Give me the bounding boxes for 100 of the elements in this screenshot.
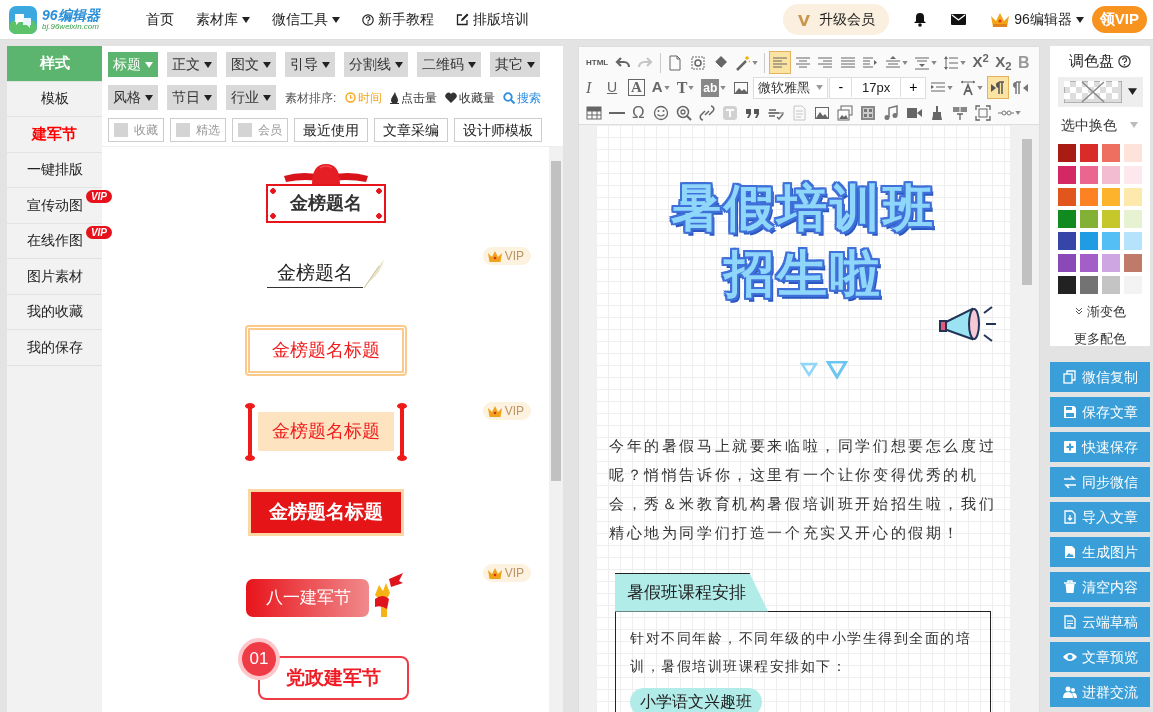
- special-character-button[interactable]: Ω: [629, 101, 649, 124]
- color-swatch[interactable]: [1102, 187, 1120, 206]
- category-dropdown[interactable]: 风格: [108, 85, 158, 110]
- category-dropdown[interactable]: 二维码: [417, 52, 481, 77]
- palette-title: 调色盘: [1069, 51, 1114, 71]
- user-menu[interactable]: 96编辑器: [990, 9, 1084, 30]
- nav-link[interactable]: 微信工具: [271, 9, 340, 30]
- increase-button[interactable]: +: [901, 77, 926, 98]
- color-swatch[interactable]: [1102, 275, 1120, 294]
- background-color-button[interactable]: T: [673, 76, 698, 99]
- color-swatch[interactable]: [1080, 209, 1098, 228]
- font-select[interactable]: 微软雅黑: [753, 76, 829, 99]
- emoji-icon: [653, 104, 669, 121]
- caret-icon: [241, 16, 250, 23]
- search-button[interactable]: 搜索: [503, 88, 542, 107]
- category-dropdown[interactable]: 行业: [226, 85, 276, 110]
- highlight-button[interactable]: ab: [698, 76, 730, 99]
- category-dropdown[interactable]: 引导: [285, 52, 335, 77]
- color-swatch[interactable]: [1102, 209, 1120, 228]
- nav-link[interactable]: 素材库: [195, 9, 250, 30]
- category-dropdown[interactable]: 其它: [490, 52, 540, 77]
- gradient-toggle[interactable]: 渐变色: [1074, 301, 1126, 321]
- feather-icon: [362, 258, 385, 288]
- color-swatch[interactable]: [1058, 187, 1076, 206]
- vip-icon: [797, 12, 812, 27]
- font-border-button[interactable]: A: [625, 76, 648, 99]
- color-swatch[interactable]: [1080, 143, 1098, 162]
- html-button[interactable]: HTML: [583, 51, 611, 74]
- intro-paragraph: 今年的暑假马上就要来临啦，同学们想要怎么度过呢？悄悄告诉你，这里有一个让你变得优秀的机会，秀＆米教育机构暑假培训班开始招生啦，我们精心地为同学们打造一个充实又开心的假期！: [609, 436, 998, 543]
- color-swatch[interactable]: [1058, 231, 1076, 250]
- title-block[interactable]: 金榜题名标题: [247, 489, 404, 536]
- color-swatch[interactable]: [1080, 165, 1098, 184]
- plus-square-icon: [1062, 440, 1077, 454]
- caret-icon: [263, 94, 271, 101]
- sort-option[interactable]: 点击量: [390, 88, 438, 107]
- color-swatch[interactable]: [1102, 165, 1120, 184]
- color-swatch[interactable]: [1124, 187, 1142, 206]
- color-swatch[interactable]: [1080, 187, 1098, 206]
- crown-icon: [990, 11, 1011, 28]
- sort-option[interactable]: 收藏量: [445, 88, 496, 107]
- filter-button[interactable]: 最近使用: [294, 118, 368, 142]
- color-swatch[interactable]: [1102, 253, 1120, 272]
- color-swatch[interactable]: [1058, 165, 1076, 184]
- color-swatch[interactable]: [1080, 275, 1098, 294]
- category-dropdown[interactable]: 图文: [226, 52, 276, 77]
- font-color-button[interactable]: A: [648, 76, 673, 99]
- superscript-button[interactable]: X$^{2}$: [969, 51, 992, 74]
- more-colors-link[interactable]: 更多配色: [1074, 329, 1126, 349]
- toolbar-button[interactable]: [987, 76, 1010, 99]
- color-swatch[interactable]: [1080, 231, 1098, 250]
- title-frame[interactable]: 金榜题名: [265, 183, 386, 223]
- scroll-rod-icon: [396, 402, 407, 461]
- caret-icon: [1075, 16, 1084, 23]
- filter-button[interactable]: 设计师模板: [454, 118, 542, 142]
- picture-icon: [1062, 545, 1077, 559]
- current-color-picker[interactable]: [1057, 76, 1143, 107]
- drop-icon: [390, 91, 400, 104]
- horizontal-line-icon: [609, 111, 625, 114]
- caret-icon: [947, 85, 954, 90]
- indent-icon: [862, 54, 879, 71]
- scroll-rod-icon: [244, 402, 255, 461]
- document-icon: [1062, 615, 1077, 629]
- underline-button[interactable]: U: [604, 76, 624, 99]
- upgrade-button[interactable]: 升级会员: [783, 4, 890, 35]
- title-tag[interactable]: 八一建军节: [246, 579, 369, 617]
- vip-label: VIP: [504, 248, 524, 265]
- color-swatch[interactable]: [1058, 143, 1076, 162]
- color-swatch[interactable]: [1058, 275, 1076, 294]
- color-swatch[interactable]: [1080, 253, 1098, 272]
- title-frame[interactable]: 金榜题名标题: [244, 325, 407, 376]
- caret-icon: [322, 61, 330, 68]
- color-swatch[interactable]: [1124, 231, 1142, 250]
- color-swatch[interactable]: [1102, 143, 1120, 162]
- table-icon: [586, 104, 602, 121]
- color-swatch[interactable]: [1058, 209, 1076, 228]
- decrease-button[interactable]: -: [830, 77, 852, 98]
- caret-icon: [527, 61, 535, 68]
- course-label: 小学语文兴趣班: [630, 687, 762, 712]
- color-swatch[interactable]: [1058, 253, 1076, 272]
- color-swatch[interactable]: [1124, 143, 1142, 162]
- caret-icon: [395, 61, 403, 68]
- nav-link[interactable]: 排版培训: [455, 9, 529, 30]
- filter-button[interactable]: 文章采编: [374, 118, 448, 142]
- category-dropdown[interactable]: 正文: [167, 52, 217, 77]
- crown-icon: [487, 567, 502, 579]
- nav-link[interactable]: 首页: [145, 9, 174, 30]
- nav-link[interactable]: 新手教程: [361, 9, 434, 30]
- category-dropdown[interactable]: 节日: [167, 85, 217, 110]
- title-text[interactable]: 金榜题名: [266, 258, 363, 288]
- help-icon: [361, 13, 374, 26]
- category-dropdown[interactable]: 分割线: [344, 52, 408, 77]
- color-swatch[interactable]: [1124, 209, 1142, 228]
- logo-url: bj.96weixin.com: [42, 22, 100, 31]
- color-swatch[interactable]: [1102, 231, 1120, 250]
- right-to-left-icon: [1013, 79, 1030, 96]
- color-swatch[interactable]: [1124, 253, 1142, 272]
- replace-color-dropdown[interactable]: 选中换色: [1061, 114, 1139, 136]
- subscript-button[interactable]: X$_{2}$: [992, 51, 1015, 74]
- italic-button[interactable]: I: [583, 76, 603, 99]
- title-banner[interactable]: 金榜题名标题: [257, 412, 394, 451]
